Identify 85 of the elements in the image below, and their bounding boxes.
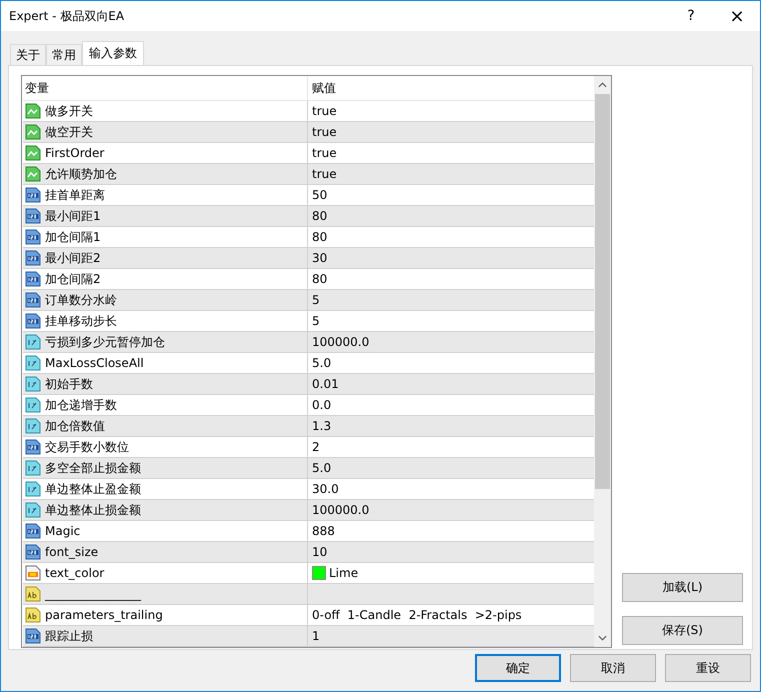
parameter-name: MaxLossCloseAll [45,356,144,370]
boolean-icon [25,124,41,140]
save-button[interactable]: 保存(S) [622,616,743,645]
parameter-name: 最小间距2 [45,250,101,266]
parameter-value[interactable]: 0.01 [312,377,339,391]
window-title: Expert - 极品双向EA [9,8,126,24]
parameter-value[interactable]: Lime [329,566,358,580]
parameter-name: 加仓倍数值 [45,418,105,434]
parameter-name: 加仓递增手数 [45,396,117,414]
string-icon [25,607,41,623]
parameter-value[interactable]: true [312,146,337,160]
integer-icon [25,628,41,644]
help-button[interactable]: ? [668,8,714,24]
parameter-value[interactable]: true [312,167,337,181]
parameter-value[interactable]: true [312,104,337,118]
parameter-value[interactable]: 30 [312,251,328,265]
parameter-value[interactable]: 100000.0 [312,503,370,517]
parameter-name: 做多开关 [45,102,93,120]
parameter-value[interactable]: 888 [312,524,335,538]
parameter-name: parameters_trailing [45,608,163,622]
decimal-icon [25,418,41,434]
parameter-name: 交易手数小数位 [45,438,129,456]
decimal-icon [25,397,41,413]
scrollbar-thumb[interactable] [595,94,610,489]
tab[interactable]: 输入参数 [82,41,144,65]
parameter-name: 最小间距1 [45,208,101,224]
parameter-value[interactable]: 1 [312,629,320,643]
parameter-name: 亏损到多少元暂停加仓 [45,334,165,350]
parameter-name: 允许顺势加仓 [45,166,117,182]
parameter-value[interactable]: 10 [312,545,328,559]
parameter-name: 挂首单距离 [45,186,105,204]
decimal-icon [25,502,41,518]
parameter-name: 单边整体止损金额 [45,502,141,518]
parameter-value[interactable]: 80 [312,209,328,223]
parameter-value[interactable]: true [312,125,337,139]
decimal-icon [25,355,41,371]
parameter-value[interactable]: 100000.0 [312,335,370,349]
decimal-icon [25,460,41,476]
parameter-name: 多空全部止损金额 [45,460,141,476]
parameter-name: text_color [45,566,104,580]
parameter-value[interactable]: 30.0 [312,482,339,496]
parameter-value[interactable]: 80 [312,272,328,286]
parameter-name: FirstOrder [45,146,104,160]
scrollbar[interactable] [594,76,611,647]
decimal-icon [25,481,41,497]
parameter-value[interactable]: 50 [312,188,328,202]
parameter-value[interactable]: 0.0 [312,398,332,412]
scroll-down-icon[interactable] [598,635,607,641]
load-button[interactable]: 加载(L) [622,573,743,602]
boolean-icon [25,166,41,182]
parameter-value[interactable]: 5.0 [312,461,332,475]
parameter-value[interactable]: 5.0 [312,356,332,370]
parameter-name: 跟踪止损 [45,628,93,644]
dialog-button[interactable]: 重设 [665,654,751,682]
scroll-up-icon[interactable] [598,82,607,88]
parameter-value[interactable]: 1.3 [312,419,332,433]
parameter-name: 挂单移动步长 [45,312,117,330]
parameter-name: font_size [45,545,98,559]
parameter-name: Magic [45,524,80,538]
parameter-name: 加仓间隔1 [45,228,101,246]
parameter-value[interactable]: 5 [312,314,320,328]
integer-icon [25,250,41,266]
parameter-value[interactable]: 80 [312,230,328,244]
dialog-button[interactable]: 取消 [570,654,656,682]
parameter-name: 做空开关 [45,124,93,140]
parameter-name: 初始手数 [45,376,93,392]
parameter-name: 单边整体止盈金额 [45,480,141,498]
parameter-name: 加仓间隔2 [45,270,101,288]
tab[interactable]: 常用 [46,44,82,65]
parameter-name: 订单数分水岭 [45,292,117,308]
column-header[interactable]: 变量 [23,77,308,100]
parameter-value[interactable]: 5 [312,293,320,307]
integer-icon [25,208,41,224]
close-button[interactable]: × [714,6,760,26]
parameter-name: ________________ [45,587,141,601]
dialog-button[interactable]: 确定 [475,654,561,682]
string-icon [25,586,41,602]
decimal-icon [25,334,41,350]
tab[interactable]: 关于 [10,44,46,65]
column-header[interactable]: 赋值 [308,77,594,100]
integer-icon [25,292,41,308]
integer-icon [25,544,41,560]
parameter-value[interactable]: 0-off 1-Candle 2-Fractals >2-pips [312,608,522,622]
decimal-icon [25,376,41,392]
parameter-value[interactable]: 2 [312,440,320,454]
